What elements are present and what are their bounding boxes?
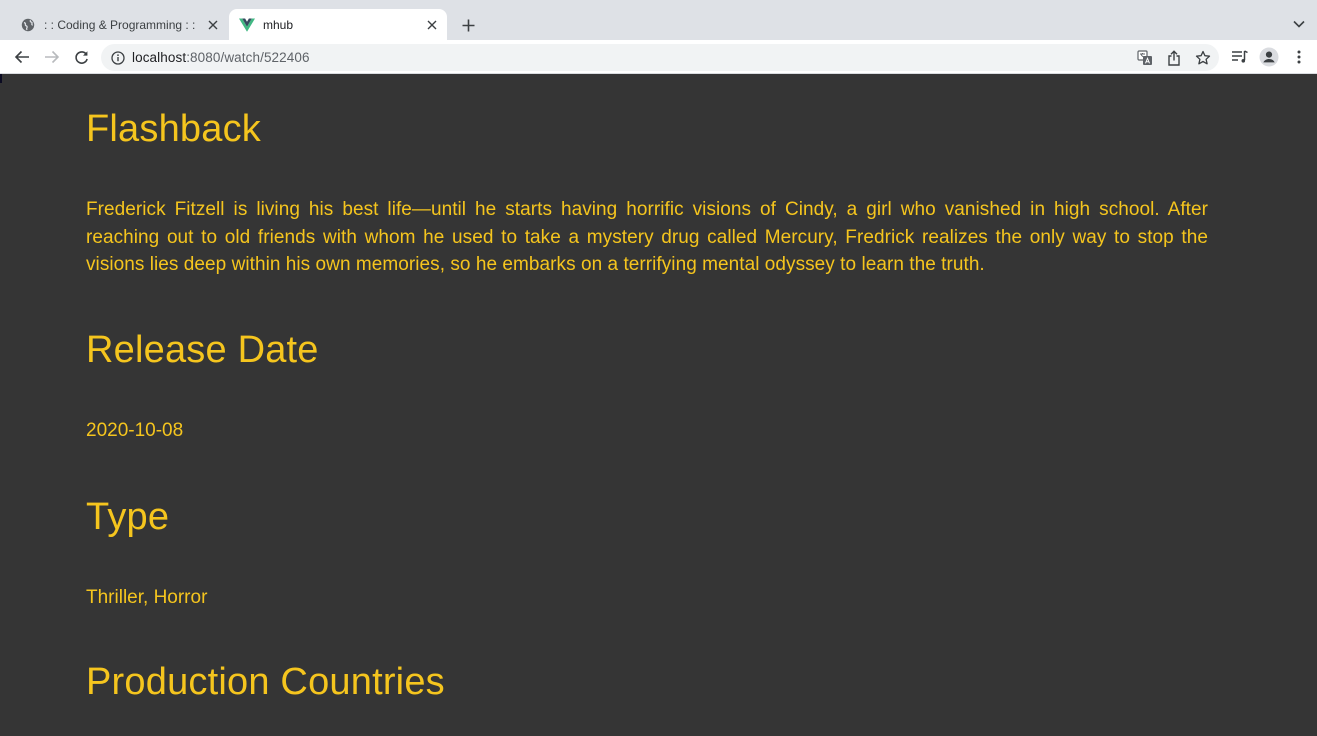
tab-strip: : : Coding & Programming : : mhub [0,0,1317,40]
type-heading: Type [86,496,170,538]
reading-list-icon [1231,50,1248,63]
movie-overview: Frederick Fitzell is living his best lif… [86,199,1208,275]
page-viewport: Flashback Frederick Fitzell is living hi… [0,74,1317,736]
back-button[interactable] [10,45,34,69]
close-tab-icon[interactable] [423,16,441,34]
browser-toolbar: localhost:8080/watch/522406 [0,40,1317,74]
movie-title: Flashback [86,108,261,150]
forward-button[interactable] [40,45,64,69]
info-icon[interactable] [110,50,126,66]
release-date-heading: Release Date [86,329,319,371]
url-text: localhost:8080/watch/522406 [132,50,310,65]
tab-title: mhub [263,17,294,32]
close-tab-icon[interactable] [204,16,222,34]
tab-coding-programming[interactable]: : : Coding & Programming : : [8,9,228,40]
url-host: localhost [132,50,187,65]
address-bar[interactable]: localhost:8080/watch/522406 [101,44,1219,71]
production-countries-heading: Production Countries [86,661,445,703]
profile-button[interactable] [1258,46,1280,68]
new-tab-button[interactable] [456,13,480,37]
globe-icon [20,17,36,33]
vue-logo-icon [239,17,255,33]
arrow-right-icon [45,50,60,64]
tab-mhub[interactable]: mhub [229,9,447,40]
reading-list-button[interactable] [1228,46,1250,68]
arrow-left-icon [14,50,29,64]
chevron-down-icon [1293,20,1305,28]
type-value: Thriller, Horror [86,587,208,608]
menu-button[interactable] [1288,46,1310,68]
reload-icon [74,50,88,64]
tab-search-button[interactable] [1288,13,1310,35]
plus-icon [462,19,474,31]
translate-icon[interactable] [1136,49,1154,67]
bookmark-star-icon[interactable] [1194,49,1212,67]
release-date-value: 2020-10-08 [86,420,184,441]
url-path: :8080/watch/522406 [186,50,310,65]
text-cursor-mark [0,74,2,83]
avatar-icon [1259,47,1279,67]
tab-title: : : Coding & Programming : : [44,17,196,32]
reload-button[interactable] [69,45,93,69]
share-icon[interactable] [1165,49,1183,67]
kebab-menu-icon [1297,50,1301,64]
